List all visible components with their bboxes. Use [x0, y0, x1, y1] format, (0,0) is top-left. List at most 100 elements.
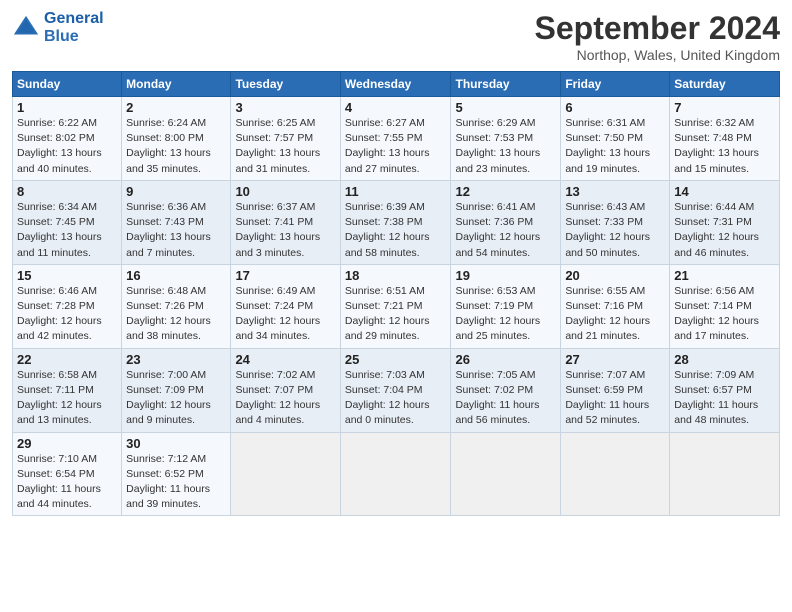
- calendar-cell: 14Sunrise: 6:44 AMSunset: 7:31 PMDayligh…: [670, 180, 780, 264]
- calendar-cell: 8Sunrise: 6:34 AMSunset: 7:45 PMDaylight…: [13, 180, 122, 264]
- day-info: Sunrise: 6:46 AMSunset: 7:28 PMDaylight:…: [17, 284, 117, 345]
- day-number: 30: [126, 436, 226, 451]
- calendar-cell: 10Sunrise: 6:37 AMSunset: 7:41 PMDayligh…: [231, 180, 340, 264]
- logo: General Blue: [12, 10, 104, 45]
- day-number: 16: [126, 268, 226, 283]
- calendar-cell: 24Sunrise: 7:02 AMSunset: 7:07 PMDayligh…: [231, 348, 340, 432]
- day-info: Sunrise: 6:39 AMSunset: 7:38 PMDaylight:…: [345, 200, 447, 261]
- day-number: 1: [17, 100, 117, 115]
- calendar-cell: 25Sunrise: 7:03 AMSunset: 7:04 PMDayligh…: [340, 348, 451, 432]
- weekday-header-tuesday: Tuesday: [231, 72, 340, 97]
- day-number: 27: [565, 352, 665, 367]
- weekday-header-row: SundayMondayTuesdayWednesdayThursdayFrid…: [13, 72, 780, 97]
- weekday-header-monday: Monday: [122, 72, 231, 97]
- day-info: Sunrise: 6:41 AMSunset: 7:36 PMDaylight:…: [455, 200, 556, 261]
- calendar-cell: 17Sunrise: 6:49 AMSunset: 7:24 PMDayligh…: [231, 264, 340, 348]
- day-info: Sunrise: 7:12 AMSunset: 6:52 PMDaylight:…: [126, 452, 226, 513]
- day-number: 5: [455, 100, 556, 115]
- header: General Blue September 2024 Northop, Wal…: [12, 10, 780, 63]
- week-row-3: 15Sunrise: 6:46 AMSunset: 7:28 PMDayligh…: [13, 264, 780, 348]
- calendar-cell: 20Sunrise: 6:55 AMSunset: 7:16 PMDayligh…: [561, 264, 670, 348]
- calendar-cell: 4Sunrise: 6:27 AMSunset: 7:55 PMDaylight…: [340, 97, 451, 181]
- logo-text: General Blue: [44, 10, 104, 45]
- calendar-cell: 7Sunrise: 6:32 AMSunset: 7:48 PMDaylight…: [670, 97, 780, 181]
- day-info: Sunrise: 6:25 AMSunset: 7:57 PMDaylight:…: [235, 116, 335, 177]
- day-number: 20: [565, 268, 665, 283]
- day-info: Sunrise: 7:10 AMSunset: 6:54 PMDaylight:…: [17, 452, 117, 513]
- week-row-4: 22Sunrise: 6:58 AMSunset: 7:11 PMDayligh…: [13, 348, 780, 432]
- day-number: 3: [235, 100, 335, 115]
- week-row-1: 1Sunrise: 6:22 AMSunset: 8:02 PMDaylight…: [13, 97, 780, 181]
- day-info: Sunrise: 6:44 AMSunset: 7:31 PMDaylight:…: [674, 200, 775, 261]
- calendar-container: General Blue September 2024 Northop, Wal…: [0, 0, 792, 526]
- day-number: 23: [126, 352, 226, 367]
- title-area: September 2024 Northop, Wales, United Ki…: [535, 10, 780, 63]
- day-info: Sunrise: 7:02 AMSunset: 7:07 PMDaylight:…: [235, 368, 335, 429]
- day-info: Sunrise: 6:36 AMSunset: 7:43 PMDaylight:…: [126, 200, 226, 261]
- calendar-cell: [561, 432, 670, 516]
- calendar-cell: 23Sunrise: 7:00 AMSunset: 7:09 PMDayligh…: [122, 348, 231, 432]
- day-info: Sunrise: 6:37 AMSunset: 7:41 PMDaylight:…: [235, 200, 335, 261]
- calendar-cell: 26Sunrise: 7:05 AMSunset: 7:02 PMDayligh…: [451, 348, 561, 432]
- day-info: Sunrise: 7:07 AMSunset: 6:59 PMDaylight:…: [565, 368, 665, 429]
- day-number: 8: [17, 184, 117, 199]
- calendar-cell: 29Sunrise: 7:10 AMSunset: 6:54 PMDayligh…: [13, 432, 122, 516]
- calendar-cell: 27Sunrise: 7:07 AMSunset: 6:59 PMDayligh…: [561, 348, 670, 432]
- calendar-cell: 6Sunrise: 6:31 AMSunset: 7:50 PMDaylight…: [561, 97, 670, 181]
- day-info: Sunrise: 6:31 AMSunset: 7:50 PMDaylight:…: [565, 116, 665, 177]
- day-number: 29: [17, 436, 117, 451]
- calendar-cell: 15Sunrise: 6:46 AMSunset: 7:28 PMDayligh…: [13, 264, 122, 348]
- day-number: 17: [235, 268, 335, 283]
- location: Northop, Wales, United Kingdom: [535, 47, 780, 63]
- calendar-table: SundayMondayTuesdayWednesdayThursdayFrid…: [12, 71, 780, 516]
- calendar-cell: 19Sunrise: 6:53 AMSunset: 7:19 PMDayligh…: [451, 264, 561, 348]
- day-info: Sunrise: 6:22 AMSunset: 8:02 PMDaylight:…: [17, 116, 117, 177]
- day-number: 18: [345, 268, 447, 283]
- calendar-cell: 21Sunrise: 6:56 AMSunset: 7:14 PMDayligh…: [670, 264, 780, 348]
- calendar-cell: [231, 432, 340, 516]
- calendar-cell: 5Sunrise: 6:29 AMSunset: 7:53 PMDaylight…: [451, 97, 561, 181]
- calendar-cell: [451, 432, 561, 516]
- day-info: Sunrise: 6:24 AMSunset: 8:00 PMDaylight:…: [126, 116, 226, 177]
- day-info: Sunrise: 6:53 AMSunset: 7:19 PMDaylight:…: [455, 284, 556, 345]
- day-number: 28: [674, 352, 775, 367]
- weekday-header-wednesday: Wednesday: [340, 72, 451, 97]
- day-number: 6: [565, 100, 665, 115]
- day-info: Sunrise: 6:58 AMSunset: 7:11 PMDaylight:…: [17, 368, 117, 429]
- weekday-header-sunday: Sunday: [13, 72, 122, 97]
- day-info: Sunrise: 6:27 AMSunset: 7:55 PMDaylight:…: [345, 116, 447, 177]
- calendar-cell: 30Sunrise: 7:12 AMSunset: 6:52 PMDayligh…: [122, 432, 231, 516]
- day-info: Sunrise: 6:34 AMSunset: 7:45 PMDaylight:…: [17, 200, 117, 261]
- calendar-cell: 3Sunrise: 6:25 AMSunset: 7:57 PMDaylight…: [231, 97, 340, 181]
- calendar-cell: [670, 432, 780, 516]
- calendar-cell: 13Sunrise: 6:43 AMSunset: 7:33 PMDayligh…: [561, 180, 670, 264]
- day-number: 26: [455, 352, 556, 367]
- calendar-cell: 2Sunrise: 6:24 AMSunset: 8:00 PMDaylight…: [122, 97, 231, 181]
- day-info: Sunrise: 7:00 AMSunset: 7:09 PMDaylight:…: [126, 368, 226, 429]
- day-number: 14: [674, 184, 775, 199]
- logo-icon: [12, 14, 40, 42]
- day-info: Sunrise: 6:43 AMSunset: 7:33 PMDaylight:…: [565, 200, 665, 261]
- calendar-cell: 22Sunrise: 6:58 AMSunset: 7:11 PMDayligh…: [13, 348, 122, 432]
- day-number: 12: [455, 184, 556, 199]
- week-row-2: 8Sunrise: 6:34 AMSunset: 7:45 PMDaylight…: [13, 180, 780, 264]
- calendar-cell: 28Sunrise: 7:09 AMSunset: 6:57 PMDayligh…: [670, 348, 780, 432]
- day-info: Sunrise: 6:51 AMSunset: 7:21 PMDaylight:…: [345, 284, 447, 345]
- week-row-5: 29Sunrise: 7:10 AMSunset: 6:54 PMDayligh…: [13, 432, 780, 516]
- day-number: 2: [126, 100, 226, 115]
- day-number: 24: [235, 352, 335, 367]
- calendar-cell: 16Sunrise: 6:48 AMSunset: 7:26 PMDayligh…: [122, 264, 231, 348]
- calendar-cell: 11Sunrise: 6:39 AMSunset: 7:38 PMDayligh…: [340, 180, 451, 264]
- day-info: Sunrise: 7:09 AMSunset: 6:57 PMDaylight:…: [674, 368, 775, 429]
- calendar-cell: [340, 432, 451, 516]
- calendar-cell: 12Sunrise: 6:41 AMSunset: 7:36 PMDayligh…: [451, 180, 561, 264]
- day-number: 7: [674, 100, 775, 115]
- day-number: 11: [345, 184, 447, 199]
- weekday-header-friday: Friday: [561, 72, 670, 97]
- weekday-header-thursday: Thursday: [451, 72, 561, 97]
- day-info: Sunrise: 6:55 AMSunset: 7:16 PMDaylight:…: [565, 284, 665, 345]
- day-number: 22: [17, 352, 117, 367]
- day-info: Sunrise: 7:05 AMSunset: 7:02 PMDaylight:…: [455, 368, 556, 429]
- day-number: 13: [565, 184, 665, 199]
- day-info: Sunrise: 7:03 AMSunset: 7:04 PMDaylight:…: [345, 368, 447, 429]
